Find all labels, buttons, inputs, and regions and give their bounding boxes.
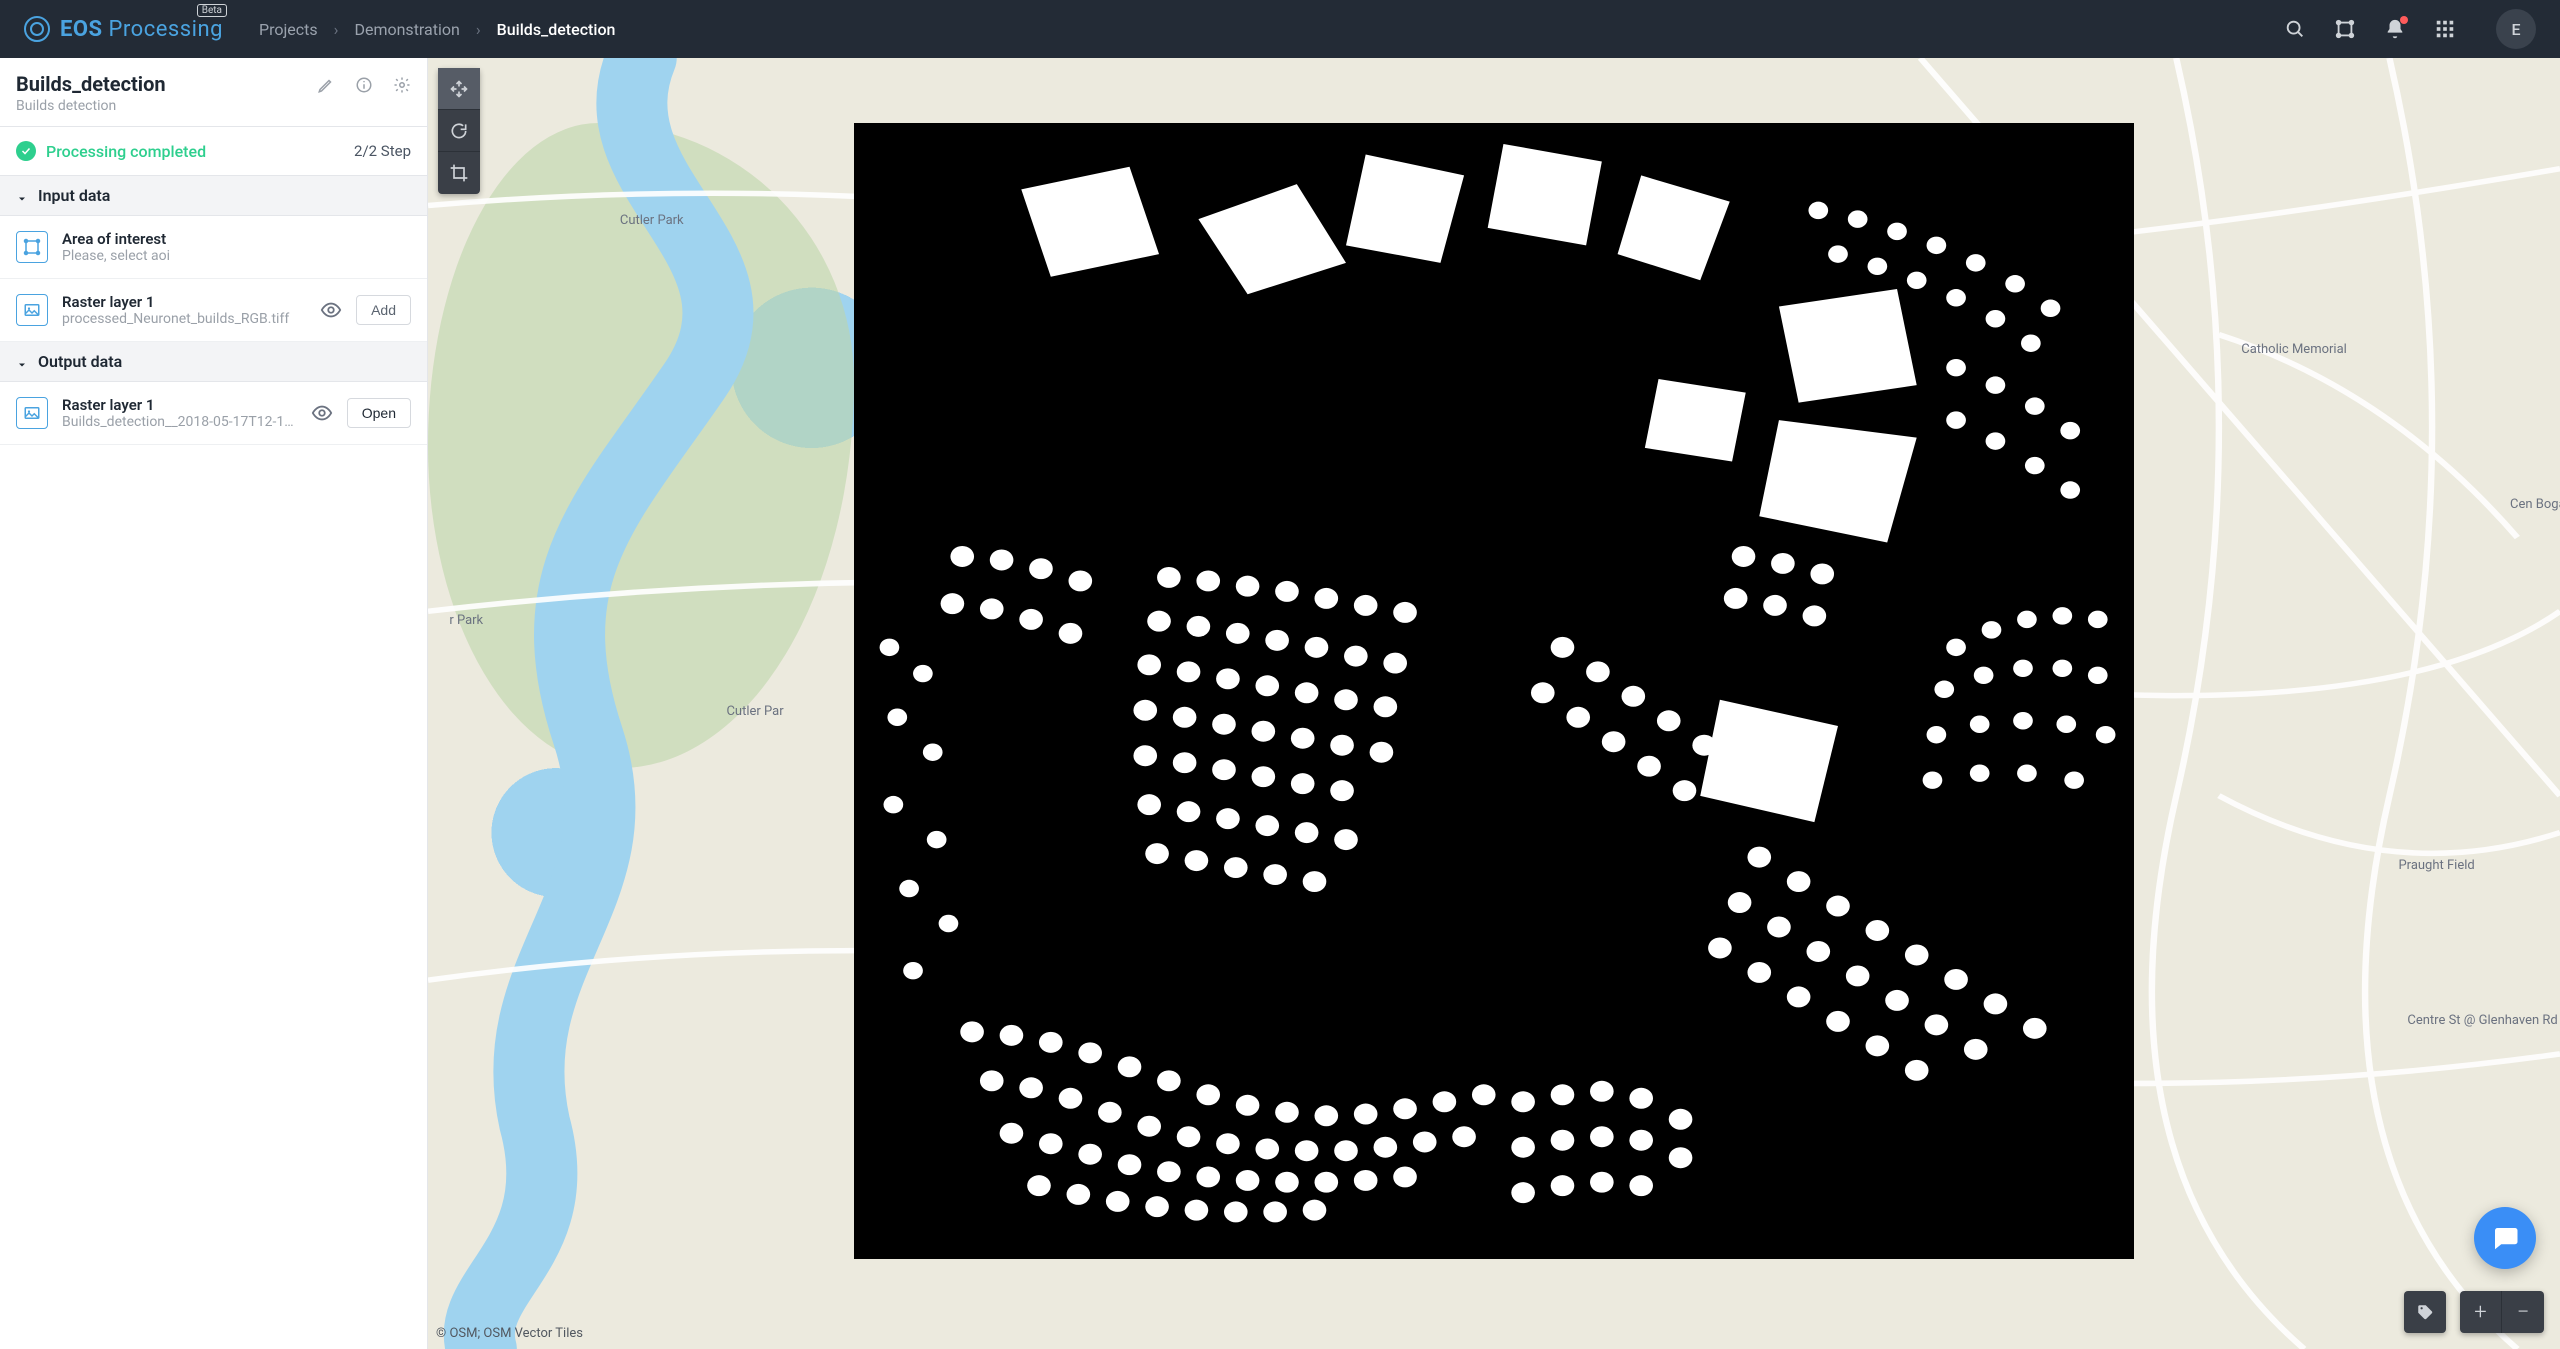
map-toolbar xyxy=(438,68,480,194)
logo-eos: EOS xyxy=(60,17,103,42)
input-raster-row: Raster layer 1 processed_Neuronet_builds… xyxy=(0,279,427,342)
zoom-out-button[interactable]: − xyxy=(2502,1291,2544,1333)
logo-gear-icon xyxy=(24,16,50,42)
crop-tool-button[interactable] xyxy=(438,152,480,194)
chevron-down-icon xyxy=(16,356,28,368)
tag-button[interactable] xyxy=(2404,1291,2446,1333)
pan-tool-button[interactable] xyxy=(438,68,480,110)
notifications-icon[interactable] xyxy=(2384,18,2406,40)
search-icon[interactable] xyxy=(2284,18,2306,40)
raster-layer-icon xyxy=(16,294,48,326)
breadcrumb-current: Builds_detection xyxy=(497,20,616,39)
aoi-title: Area of interest xyxy=(62,230,411,248)
notification-dot xyxy=(2400,16,2408,24)
info-icon[interactable] xyxy=(355,76,373,94)
logo-text: EOS Processing xyxy=(60,17,223,42)
input-raster-subtitle: processed_Neuronet_builds_RGB.tiff xyxy=(62,311,306,327)
map-attribution: © OSM; OSM Vector Tiles xyxy=(436,1326,583,1341)
apps-grid-icon[interactable] xyxy=(2434,18,2456,40)
gear-icon[interactable] xyxy=(393,76,411,94)
user-avatar[interactable]: E xyxy=(2496,9,2536,49)
edit-icon[interactable] xyxy=(317,76,335,94)
processing-status-row: Processing completed 2/2 Step xyxy=(0,126,427,176)
zoom-in-button[interactable]: + xyxy=(2460,1291,2502,1333)
output-raster-row: Raster layer 1 Builds_detection__2018-05… xyxy=(0,382,427,445)
map-viewport[interactable]: Cutler Park r Park Cutler Par Catholic M… xyxy=(428,58,2560,1349)
output-raster-subtitle: Builds_detection__2018-05-17T12-14_… xyxy=(62,414,297,430)
main-content: Builds_detection Builds detection Proces… xyxy=(0,58,2560,1349)
rotate-tool-button[interactable] xyxy=(438,110,480,152)
aoi-row[interactable]: Area of interest Please, select aoi xyxy=(0,216,427,279)
chat-support-button[interactable] xyxy=(2474,1207,2536,1269)
aoi-icon xyxy=(16,231,48,263)
aoi-subtitle: Please, select aoi xyxy=(62,248,411,264)
project-header: Builds_detection Builds detection xyxy=(0,58,427,126)
breadcrumb-projects[interactable]: Projects xyxy=(259,20,318,39)
chevron-down-icon xyxy=(16,190,28,202)
app-logo[interactable]: EOS Processing Beta xyxy=(24,16,223,42)
breadcrumb: Projects › Demonstration › Builds_detect… xyxy=(259,20,615,39)
visibility-toggle-icon[interactable] xyxy=(320,299,342,321)
output-raster-title: Raster layer 1 xyxy=(62,396,297,414)
breadcrumb-demonstration[interactable]: Demonstration xyxy=(354,20,459,39)
project-title: Builds_detection xyxy=(16,72,317,96)
navbar-actions: E xyxy=(2284,9,2536,49)
map-bottom-controls: + − xyxy=(2404,1291,2544,1333)
beta-badge: Beta xyxy=(197,4,227,17)
output-data-label: Output data xyxy=(38,352,122,371)
status-text: Processing completed xyxy=(46,142,344,161)
visibility-toggle-icon[interactable] xyxy=(311,402,333,424)
project-subtitle: Builds detection xyxy=(16,98,317,114)
selection-tool-icon[interactable] xyxy=(2334,18,2356,40)
input-data-section-header[interactable]: Input data xyxy=(0,176,427,216)
open-layer-button[interactable]: Open xyxy=(347,398,411,428)
output-data-section-header[interactable]: Output data xyxy=(0,342,427,382)
chevron-right-icon: › xyxy=(334,20,339,39)
check-icon xyxy=(16,141,36,161)
left-sidebar: Builds_detection Builds detection Proces… xyxy=(0,58,428,1349)
step-progress-text: 2/2 Step xyxy=(354,142,411,160)
chevron-right-icon: › xyxy=(476,20,481,39)
add-layer-button[interactable]: Add xyxy=(356,295,411,325)
raster-output-overlay xyxy=(854,123,2133,1259)
top-navbar: EOS Processing Beta Projects › Demonstra… xyxy=(0,0,2560,58)
logo-processing: Processing xyxy=(103,17,223,42)
raster-layer-icon xyxy=(16,397,48,429)
input-raster-title: Raster layer 1 xyxy=(62,293,306,311)
input-data-label: Input data xyxy=(38,186,110,205)
